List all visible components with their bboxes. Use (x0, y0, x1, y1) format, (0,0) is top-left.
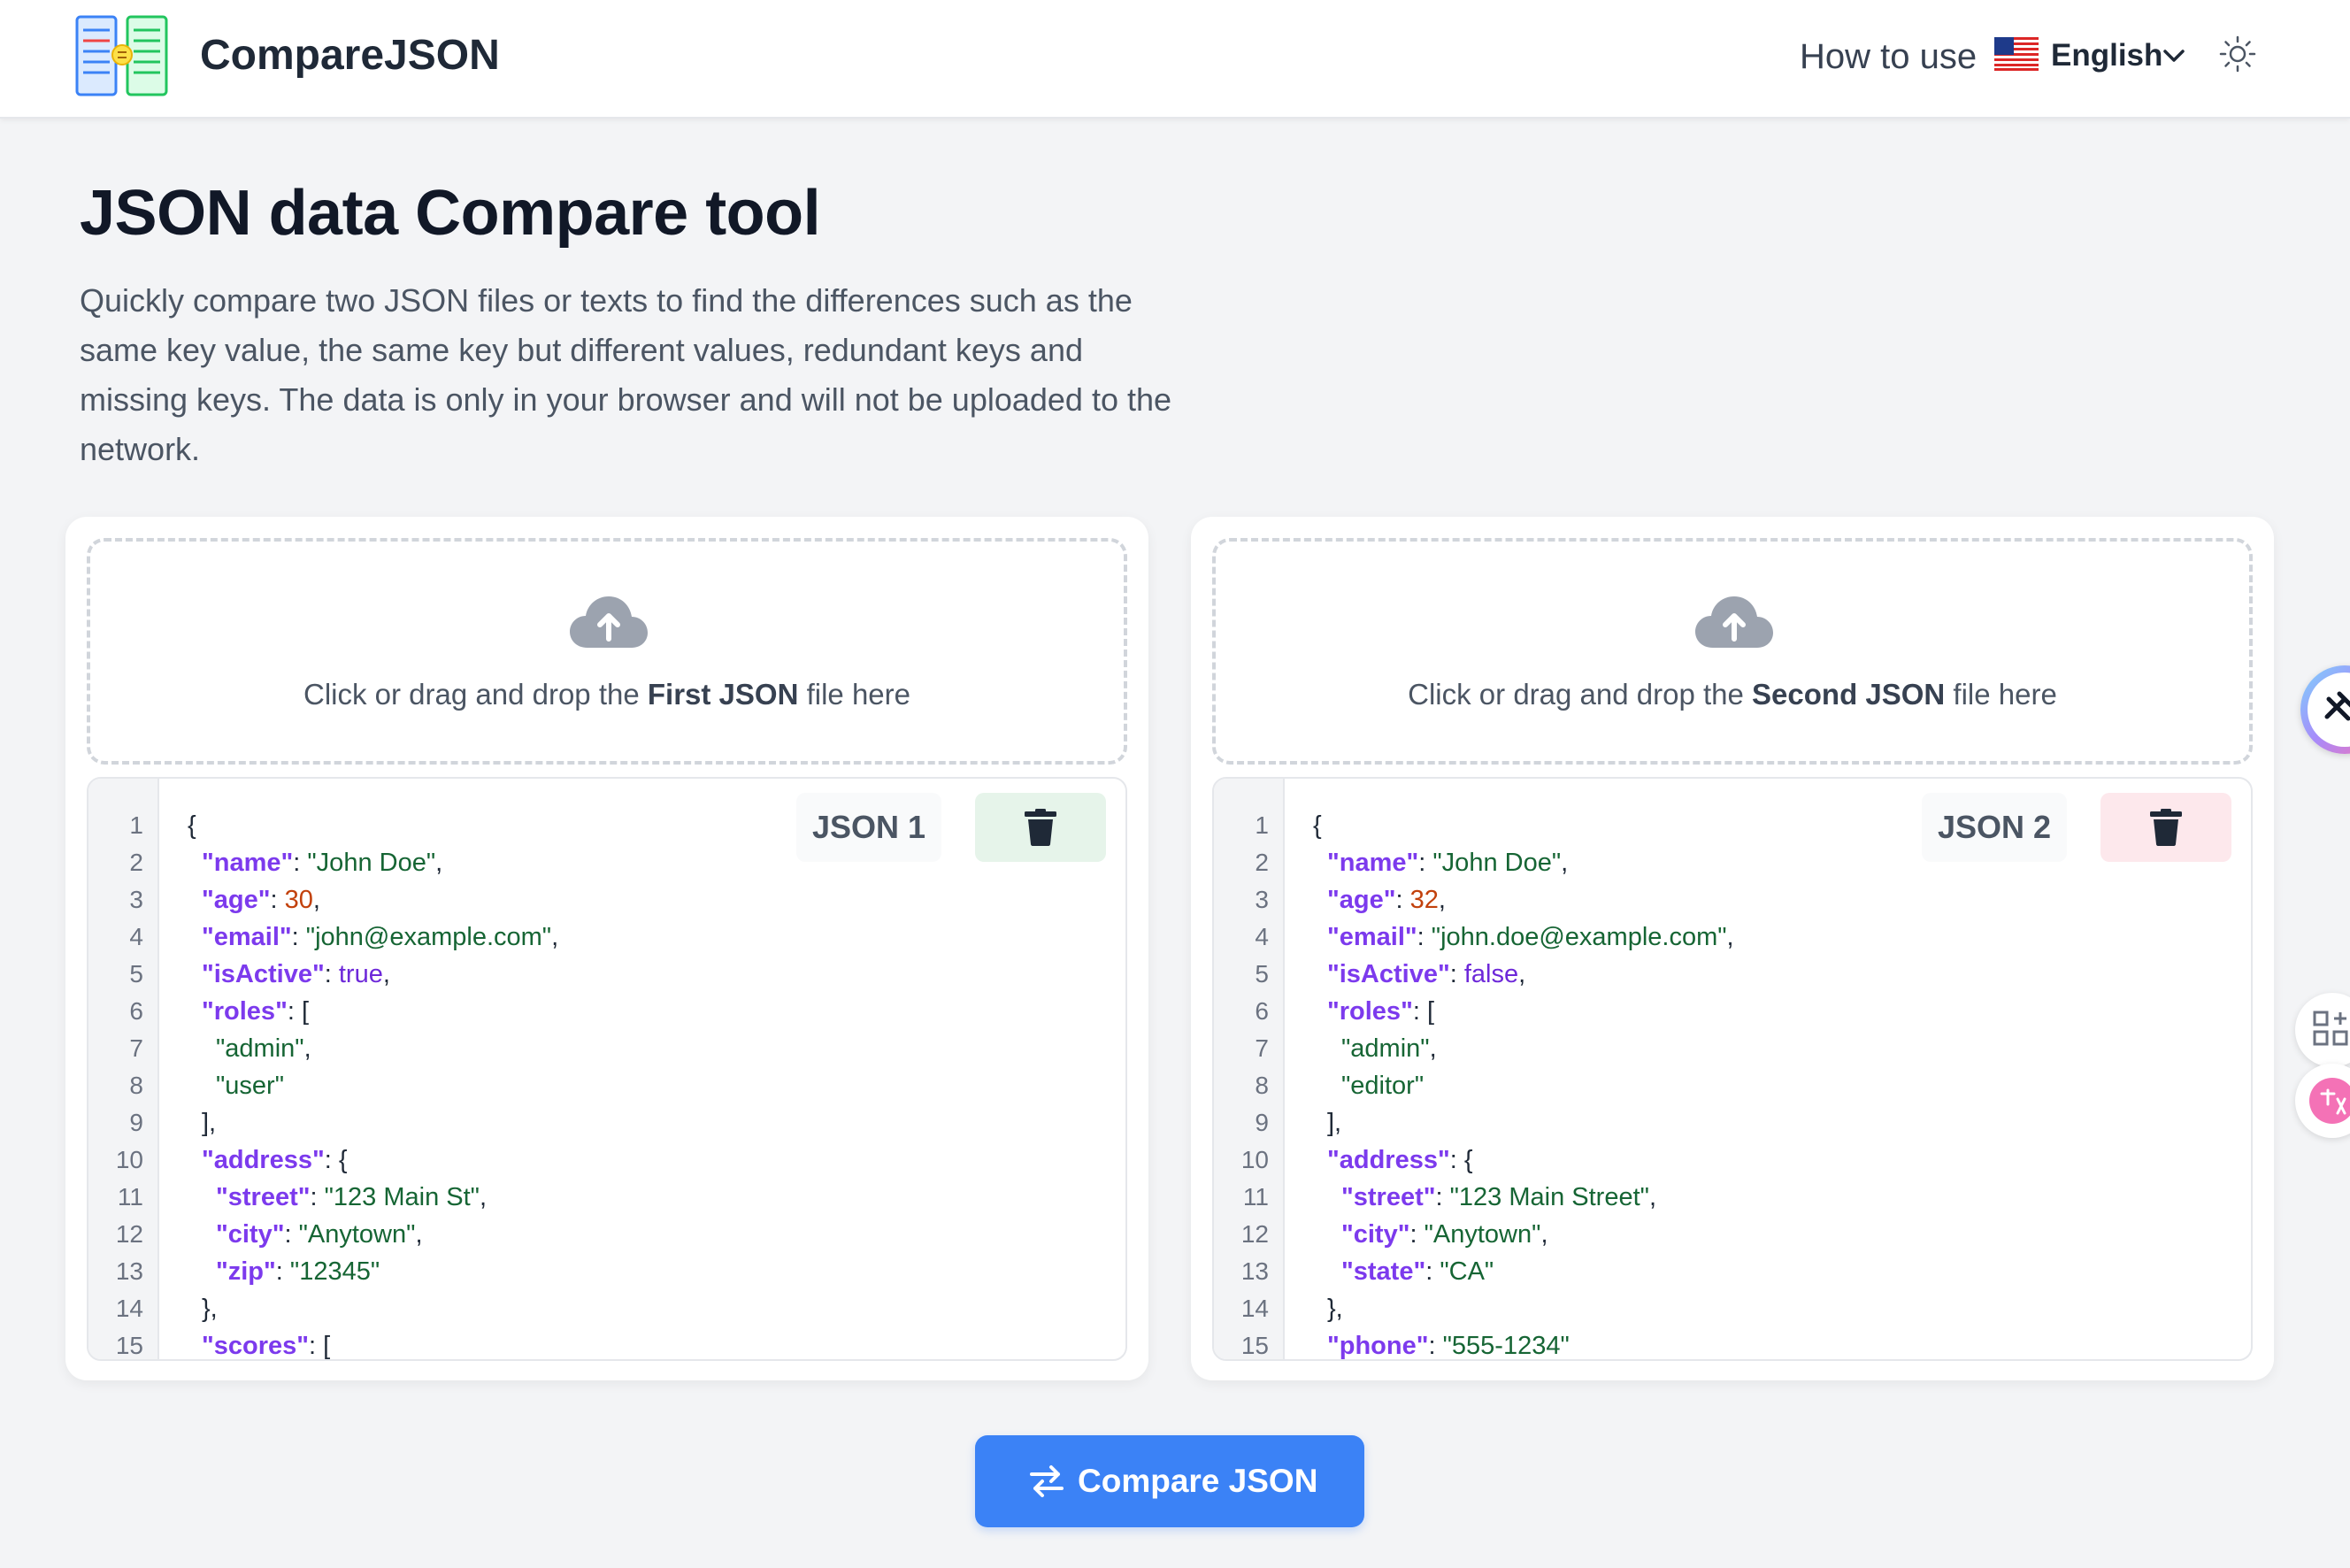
line-number: 14 (115, 1295, 143, 1322)
compare-json-button[interactable]: Compare JSON (975, 1435, 1364, 1527)
code-line: "email": "john@example.com", (202, 923, 559, 951)
json1-editor[interactable]: 1 2 3 4 5 6 7 8 9 10 11 12 13 14 15 { "n… (87, 777, 1127, 1361)
json1-dropzone[interactable]: Click or drag and drop the First JSON fi… (87, 538, 1127, 765)
line-number: 3 (129, 886, 143, 913)
json2-panel: Click or drag and drop the Second JSON f… (1191, 517, 2274, 1380)
cloud-upload-icon (1695, 596, 1773, 648)
ai-assistant-widget[interactable] (2300, 665, 2350, 754)
line-number: 6 (1255, 997, 1269, 1025)
line-number: 10 (115, 1146, 143, 1173)
line-number: 4 (1255, 923, 1269, 950)
code-line: "roles": [ (1327, 997, 1435, 1026)
json2-tag: JSON 2 (1922, 793, 2068, 862)
line-number: 15 (115, 1332, 143, 1359)
sun-icon[interactable] (2216, 32, 2260, 76)
line-number: 6 (129, 997, 143, 1025)
json1-clear-button[interactable] (975, 793, 1106, 862)
code-line: { (1313, 811, 1322, 840)
code-line: "user" (216, 1072, 285, 1100)
code-line: "name": "John Doe", (1327, 849, 1569, 877)
page-description: Quickly compare two JSON files or texts … (80, 282, 1172, 467)
line-number: 11 (1242, 1183, 1269, 1211)
language-selector[interactable]: English (2051, 34, 2162, 78)
line-number: 9 (129, 1109, 143, 1136)
trash-icon (1025, 809, 1056, 846)
code-line: "address": { (202, 1146, 348, 1174)
json2-dropzone[interactable]: Click or drag and drop the Second JSON f… (1212, 538, 2253, 765)
chevron-down-icon[interactable] (2159, 41, 2189, 71)
line-number: 7 (1255, 1034, 1269, 1062)
code-line: "name": "John Doe", (202, 849, 443, 877)
json1-tag: JSON 1 (796, 793, 942, 862)
line-number: 1 (129, 811, 143, 839)
compare-json-label: Compare JSON (1078, 1463, 1318, 1499)
json1-line-gutter: 1 2 3 4 5 6 7 8 9 10 11 12 13 14 15 (88, 779, 159, 1359)
ai-assistant-icon (2308, 673, 2350, 747)
line-number: 3 (1255, 886, 1269, 913)
compare-json-logo[interactable] (74, 14, 170, 97)
line-number: 13 (115, 1257, 143, 1285)
line-number: 15 (1240, 1332, 1269, 1359)
code-line: }, (1327, 1295, 1343, 1323)
code-line: "isActive": false, (1327, 960, 1526, 988)
json1-panel: Click or drag and drop the First JSON fi… (65, 517, 1148, 1380)
line-number: 5 (129, 960, 143, 988)
line-number: 7 (129, 1034, 143, 1062)
line-number: 13 (1240, 1257, 1269, 1285)
code-line: "isActive": true, (202, 960, 390, 988)
code-line: "address": { (1327, 1146, 1473, 1174)
line-number: 8 (129, 1072, 143, 1099)
code-line: ], (1327, 1109, 1342, 1137)
code-line: "roles": [ (202, 997, 310, 1026)
qr-tool-widget[interactable] (2295, 993, 2350, 1067)
line-number: 5 (1255, 960, 1269, 988)
line-number: 12 (115, 1220, 143, 1248)
code-line: "age": 30, (202, 886, 320, 914)
code-line: "street": "123 Main St", (216, 1183, 488, 1211)
code-line: "age": 32, (1327, 886, 1446, 914)
line-number: 14 (1240, 1295, 1269, 1322)
json2-dropzone-label: Click or drag and drop the Second JSON f… (1408, 678, 2057, 711)
code-line: "email": "john.doe@example.com", (1327, 923, 1734, 951)
line-number: 8 (1255, 1072, 1269, 1099)
line-number: 9 (1255, 1109, 1269, 1136)
swap-arrows-icon (1030, 1465, 1064, 1497)
code-line: "state": "CA" (1341, 1257, 1494, 1286)
translate-widget[interactable] (2295, 1064, 2350, 1138)
line-number: 1 (1255, 811, 1269, 839)
brand-name[interactable]: CompareJSON (200, 28, 500, 83)
line-number: 2 (129, 849, 143, 876)
json2-clear-button[interactable] (2100, 793, 2231, 862)
code-line: ], (202, 1109, 217, 1137)
code-line: "admin", (216, 1034, 311, 1063)
code-line: }, (202, 1295, 218, 1323)
code-line: "city": "Anytown", (216, 1220, 423, 1249)
code-line: "phone": "555-1234" (1327, 1332, 1570, 1360)
line-number: 4 (129, 923, 143, 950)
qr-add-icon (2313, 1011, 2348, 1046)
code-line: "admin", (1341, 1034, 1437, 1063)
nav-how-to-use[interactable]: How to use (1800, 32, 1977, 81)
code-line: { (188, 811, 196, 840)
line-number: 10 (1240, 1146, 1269, 1173)
line-number: 2 (1255, 849, 1269, 876)
code-line: "editor" (1341, 1072, 1425, 1100)
line-number: 11 (117, 1183, 143, 1211)
json1-dropzone-label: Click or drag and drop the First JSON fi… (303, 678, 910, 711)
code-line: "zip": "12345" (216, 1257, 380, 1286)
code-line: "city": "Anytown", (1341, 1220, 1548, 1249)
json2-line-gutter: 1 2 3 4 5 6 7 8 9 10 11 12 13 14 15 (1214, 779, 1285, 1359)
translate-icon (2309, 1078, 2350, 1124)
top-header: CompareJSON How to use English (0, 0, 2350, 119)
cloud-upload-icon (570, 596, 648, 648)
us-flag-icon[interactable] (1994, 37, 2039, 71)
json2-editor[interactable]: 1 2 3 4 5 6 7 8 9 10 11 12 13 14 15 { "n… (1212, 777, 2253, 1361)
code-line: "street": "123 Main Street", (1341, 1183, 1656, 1211)
page-title: JSON data Compare tool (80, 178, 821, 249)
line-number: 12 (1240, 1220, 1269, 1248)
trash-icon (2150, 809, 2182, 846)
code-line: "scores": [ (202, 1332, 331, 1360)
